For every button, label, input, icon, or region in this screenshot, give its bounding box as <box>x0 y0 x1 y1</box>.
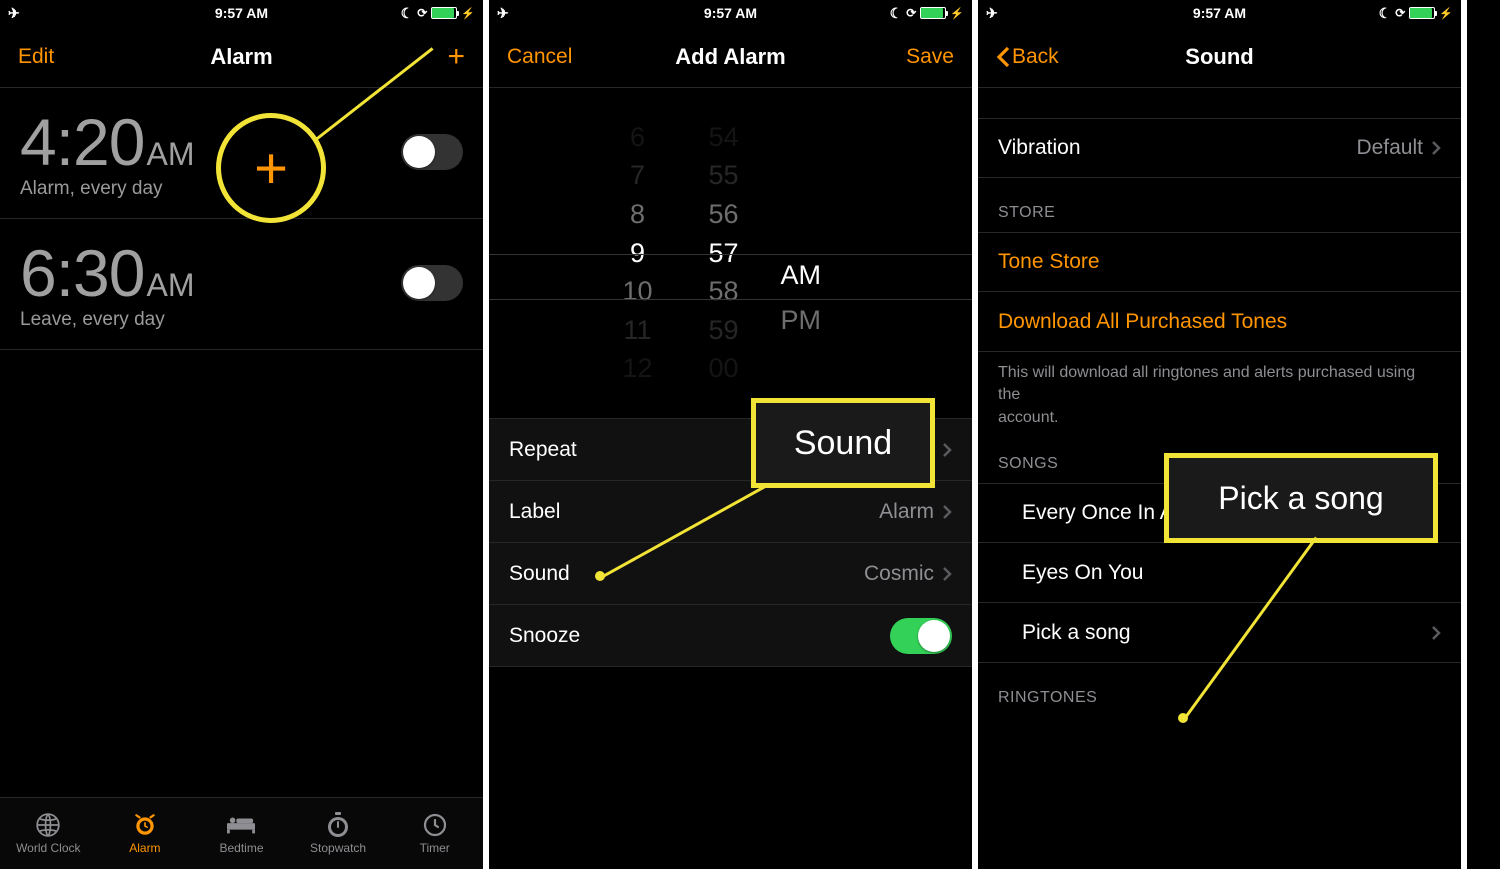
charging-icon: ⚡ <box>461 7 475 20</box>
navbar: Back Sound <box>978 26 1461 88</box>
row-value: Alarm <box>879 500 934 524</box>
alarm-clock-icon <box>131 812 159 838</box>
page-title: Add Alarm <box>675 44 785 70</box>
alarm-ampm: AM <box>146 267 194 304</box>
alarm-time: 4:20 <box>20 104 144 180</box>
pick-a-song-row[interactable]: Pick a song <box>978 603 1461 663</box>
battery-icon <box>431 7 457 19</box>
tab-label: Stopwatch <box>310 841 366 855</box>
status-time: 9:57 AM <box>215 5 268 21</box>
section-header-ringtones: RINGTONES <box>978 663 1461 717</box>
navbar: Edit Alarm + <box>0 26 483 88</box>
tab-label: World Clock <box>16 841 80 855</box>
row-label: Tone Store <box>998 250 1100 274</box>
stopwatch-icon <box>324 812 352 838</box>
row-label: Download All Purchased Tones <box>998 310 1287 334</box>
screen-add-alarm: ✈ 9:57 AM ☾ ⟳ ⚡ Cancel Add Alarm Save 6 … <box>489 0 978 869</box>
battery-icon <box>920 7 946 19</box>
chevron-right-icon <box>942 566 952 582</box>
download-purchased-row[interactable]: Download All Purchased Tones <box>978 292 1461 352</box>
edit-button[interactable]: Edit <box>18 45 54 69</box>
alarm-toggle[interactable] <box>401 265 463 301</box>
section-header-store: STORE <box>978 178 1461 232</box>
save-button[interactable]: Save <box>906 45 954 69</box>
bed-icon <box>227 812 255 838</box>
status-time: 9:57 AM <box>1193 5 1246 21</box>
snooze-toggle[interactable] <box>890 618 952 654</box>
chevron-right-icon <box>1431 625 1441 641</box>
back-button[interactable]: Back <box>996 45 1059 69</box>
hour-column[interactable]: 6 7 8 9 10 11 12 <box>595 88 681 388</box>
status-bar: ✈ 9:57 AM ☾ ⟳ ⚡ <box>978 0 1461 26</box>
repeat-row[interactable]: Repeat <box>489 419 972 481</box>
airplane-icon: ✈ <box>497 5 509 22</box>
page-title: Sound <box>1185 44 1253 70</box>
tab-stopwatch[interactable]: Stopwatch <box>290 798 387 869</box>
screen-sound: ✈ 9:57 AM ☾ ⟳ ⚡ Back Sound Vibration Def… <box>978 0 1467 869</box>
ampm-column[interactable]: AM PM <box>767 88 867 388</box>
song-row[interactable]: Every Once In A While <box>978 483 1461 543</box>
battery-icon <box>1409 7 1435 19</box>
dnd-icon: ☾ <box>1379 5 1392 22</box>
status-time: 9:57 AM <box>704 5 757 21</box>
tab-alarm[interactable]: Alarm <box>97 798 194 869</box>
chevron-right-icon <box>942 504 952 520</box>
timer-icon <box>421 812 449 838</box>
tone-store-row[interactable]: Tone Store <box>978 232 1461 292</box>
vibration-row[interactable]: Vibration Default <box>978 118 1461 178</box>
orientation-lock-icon: ⟳ <box>1395 6 1405 20</box>
row-label: Every Once In A While <box>1022 501 1231 525</box>
globe-icon <box>34 812 62 838</box>
label-row[interactable]: Label Alarm <box>489 481 972 543</box>
screen-alarm-list: ✈ 9:57 AM ☾ ⟳ ⚡ Edit Alarm + 4:20 AM Ala… <box>0 0 489 869</box>
alarm-row[interactable]: 6:30 AM Leave, every day <box>0 219 483 350</box>
row-label: Snooze <box>509 624 580 648</box>
section-header-songs: SONGS <box>978 429 1461 483</box>
alarm-subtitle: Alarm, every day <box>20 178 194 200</box>
orientation-lock-icon: ⟳ <box>417 6 427 20</box>
alarm-ampm: AM <box>146 136 194 173</box>
tab-timer[interactable]: Timer <box>386 798 483 869</box>
time-picker[interactable]: 6 7 8 9 10 11 12 54 55 56 57 58 59 00 AM… <box>489 88 972 388</box>
dnd-icon: ☾ <box>890 5 903 22</box>
row-label: Sound <box>509 562 570 586</box>
sound-row[interactable]: Sound Cosmic <box>489 543 972 605</box>
chevron-right-icon <box>942 442 952 458</box>
snooze-row: Snooze <box>489 605 972 667</box>
cancel-button[interactable]: Cancel <box>507 45 572 69</box>
tab-bar: World Clock Alarm Bedtime Stopwatch Time… <box>0 797 483 869</box>
tab-bedtime[interactable]: Bedtime <box>193 798 290 869</box>
row-value: Cosmic <box>864 562 934 586</box>
chevron-right-icon <box>1431 140 1441 156</box>
row-label: Repeat <box>509 438 577 462</box>
song-row[interactable]: Eyes On You <box>978 543 1461 603</box>
airplane-icon: ✈ <box>8 5 20 22</box>
airplane-icon: ✈ <box>986 5 998 22</box>
tab-world-clock[interactable]: World Clock <box>0 798 97 869</box>
alarm-toggle[interactable] <box>401 134 463 170</box>
status-bar: ✈ 9:57 AM ☾ ⟳ ⚡ <box>489 0 972 26</box>
orientation-lock-icon: ⟳ <box>906 6 916 20</box>
alarm-time: 6:30 <box>20 235 144 311</box>
row-label: Label <box>509 500 560 524</box>
navbar: Cancel Add Alarm Save <box>489 26 972 88</box>
row-value: Default <box>1356 136 1423 160</box>
tab-label: Timer <box>420 841 450 855</box>
charging-icon: ⚡ <box>950 7 964 20</box>
alarm-subtitle: Leave, every day <box>20 309 194 331</box>
add-alarm-button[interactable]: + <box>447 42 465 72</box>
row-label: Pick a song <box>1022 621 1131 645</box>
tab-label: Alarm <box>129 841 160 855</box>
dnd-icon: ☾ <box>401 5 414 22</box>
tab-label: Bedtime <box>219 841 263 855</box>
row-label: Eyes On You <box>1022 561 1143 585</box>
row-label: Vibration <box>998 136 1081 160</box>
section-footer: This will download all ringtones and ale… <box>978 352 1461 429</box>
status-bar: ✈ 9:57 AM ☾ ⟳ ⚡ <box>0 0 483 26</box>
charging-icon: ⚡ <box>1439 7 1453 20</box>
alarm-row[interactable]: 4:20 AM Alarm, every day <box>0 88 483 219</box>
page-title: Alarm <box>210 44 272 70</box>
minute-column[interactable]: 54 55 56 57 58 59 00 <box>681 88 767 388</box>
